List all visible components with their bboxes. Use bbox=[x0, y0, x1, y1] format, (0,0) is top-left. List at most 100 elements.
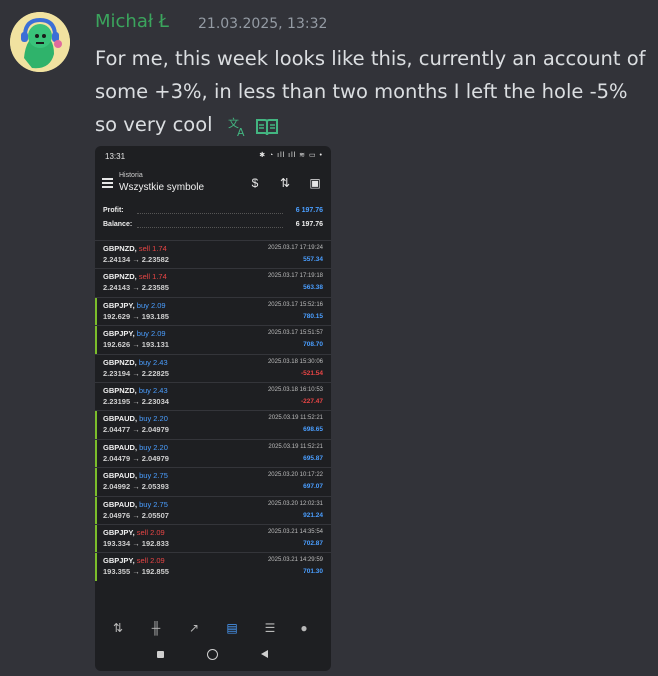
trade-symbol: GBPNZD, bbox=[103, 385, 137, 395]
trade-prices: 2.24143 → 2.23585 bbox=[103, 283, 169, 292]
trade-accent-bar bbox=[95, 297, 97, 326]
trade-datetime: 2025.03.18 15:30:06 bbox=[267, 358, 323, 365]
back-button[interactable] bbox=[261, 650, 268, 658]
trade-profit: 695.87 bbox=[303, 454, 323, 462]
trade-accent-bar bbox=[95, 269, 97, 296]
trade-side: buy 2.09 bbox=[136, 300, 166, 310]
trade-open-price: 2.24143 bbox=[103, 283, 131, 293]
trade-open-price: 2.04479 bbox=[103, 453, 131, 463]
trade-row[interactable]: GBPAUD, buy 2.75 2.04992 → 2.05393 2025.03… bbox=[95, 467, 331, 496]
currency-icon[interactable]: $ bbox=[248, 176, 262, 190]
quotes-icon[interactable]: ⇅ bbox=[109, 620, 127, 636]
trade-datetime: 2025.03.20 10:17:22 bbox=[267, 472, 323, 479]
trade-prices: 2.04992 → 2.05393 bbox=[103, 482, 169, 491]
trade-side: sell 2.09 bbox=[136, 527, 165, 537]
trade-close-price: 2.05507 bbox=[141, 510, 169, 520]
trade-side: buy 2.09 bbox=[136, 329, 166, 339]
trade-profit: -227.47 bbox=[300, 397, 323, 405]
trade-datetime: 2025.03.19 11:52:21 bbox=[268, 443, 323, 450]
trade-symbol-line: GBPNZD, buy 2.43 bbox=[103, 386, 168, 395]
book-icon[interactable] bbox=[255, 117, 279, 137]
trade-accent-bar bbox=[95, 383, 97, 410]
trade-row[interactable]: GBPAUD, buy 2.20 2.04477 → 2.04979 2025.03… bbox=[95, 410, 331, 439]
arrow-right-icon: → bbox=[130, 340, 142, 350]
chart-candles-icon[interactable]: ╫ bbox=[147, 620, 165, 636]
trade-accent-bar bbox=[95, 553, 97, 581]
history-summary: Profit: 6 197.76 Balance: 6 197.76 bbox=[103, 207, 323, 235]
trade-symbol: GBPJPY, bbox=[103, 300, 135, 310]
menu-icon[interactable] bbox=[102, 178, 113, 188]
sort-icon[interactable]: ⇅ bbox=[278, 176, 292, 190]
bottom-navigation: ⇅ ╫ ↗ ▤ ☰ ● bbox=[95, 614, 331, 642]
trade-row[interactable]: GBPNZD, sell 1.74 2.24134 → 2.23582 2025.0… bbox=[95, 240, 331, 268]
trade-open-price: 192.626 bbox=[103, 340, 131, 350]
app-title[interactable]: Wszystkie symbole bbox=[119, 182, 204, 193]
recent-apps-button[interactable] bbox=[157, 651, 164, 658]
trade-symbol-line: GBPJPY, buy 2.09 bbox=[103, 329, 166, 338]
message-actions: 文A bbox=[221, 109, 279, 142]
trade-accent-bar bbox=[95, 439, 97, 468]
trade-prices: 193.334 → 192.833 bbox=[103, 539, 169, 548]
trade-close-price: 193.185 bbox=[141, 311, 169, 321]
trade-symbol: GBPNZD, bbox=[103, 244, 137, 253]
profit-label: Profit: bbox=[103, 207, 124, 214]
trade-open-price: 2.04477 bbox=[103, 425, 131, 435]
arrow-right-icon: → bbox=[130, 453, 142, 463]
trade-row[interactable]: GBPJPY, buy 2.09 192.629 → 193.185 2025.03… bbox=[95, 296, 331, 326]
trade-row[interactable]: GBPAUD, buy 2.75 2.04976 → 2.05507 2025.03… bbox=[95, 495, 331, 524]
trade-side: sell 2.09 bbox=[136, 556, 165, 566]
avatar[interactable] bbox=[10, 12, 70, 72]
trade-open-price: 2.23195 bbox=[103, 396, 131, 406]
trade-row[interactable]: GBPNZD, buy 2.43 2.23195 → 2.23034 2025.03… bbox=[95, 381, 331, 410]
trade-close-price: 192.855 bbox=[141, 567, 169, 577]
trade-profit: 563.38 bbox=[303, 284, 323, 292]
trade-profit: 780.15 bbox=[303, 312, 323, 320]
calendar-icon[interactable]: ▣ bbox=[308, 176, 322, 190]
balance-row: Balance: 6 197.76 bbox=[103, 221, 323, 235]
trade-prices: 192.629 → 193.185 bbox=[103, 312, 169, 321]
trade-profit: -521.54 bbox=[300, 369, 323, 377]
history-icon[interactable]: ▤ bbox=[223, 620, 241, 636]
trade-symbol: GBPJPY, bbox=[103, 329, 135, 339]
trade-profit: 557.34 bbox=[303, 256, 323, 263]
system-nav-bar bbox=[95, 644, 331, 668]
trade-profit: 921.24 bbox=[303, 511, 323, 519]
trade-row[interactable]: GBPJPY, sell 2.09 193.355 → 192.855 2025.0… bbox=[95, 552, 331, 581]
trade-datetime: 2025.03.18 16:10:53 bbox=[267, 386, 323, 393]
trade-row[interactable]: GBPJPY, buy 2.09 192.626 → 193.131 2025.03… bbox=[95, 325, 331, 354]
translate-icon[interactable]: 文A bbox=[227, 116, 249, 139]
trade-symbol: GBPNZD, bbox=[103, 272, 137, 282]
attachment-screenshot[interactable]: 13:31 ✱ ◔ ıll ıll ≋ ▭ • Historia Wszystk… bbox=[95, 146, 331, 671]
trade-prices: 2.24134 → 2.23582 bbox=[103, 255, 169, 264]
avatar-icon bbox=[10, 12, 70, 72]
trade-symbol-line: GBPAUD, buy 2.20 bbox=[103, 414, 168, 423]
trade-datetime: 2025.03.17 15:51:57 bbox=[267, 330, 323, 337]
messages-icon[interactable]: ● bbox=[295, 620, 313, 636]
trade-open-price: 2.04992 bbox=[103, 482, 131, 492]
message-content: For me, this week looks like this, curre… bbox=[95, 42, 650, 142]
trade-row[interactable]: GBPJPY, sell 2.09 193.334 → 192.833 2025.0… bbox=[95, 523, 331, 553]
app-subtitle: Historia bbox=[119, 172, 143, 179]
trade-profit: 701.30 bbox=[303, 568, 323, 576]
news-icon[interactable]: ☰ bbox=[261, 620, 279, 636]
trade-datetime: 2025.03.19 11:52:21 bbox=[268, 415, 323, 422]
trade-list: GBPNZD, sell 1.74 2.24134 → 2.23582 2025.0… bbox=[95, 240, 331, 581]
message-author[interactable]: Michał Ł bbox=[95, 11, 169, 32]
trade-accent-bar bbox=[95, 524, 97, 553]
svg-text:A: A bbox=[237, 126, 245, 138]
status-time: 13:31 bbox=[105, 152, 126, 161]
trade-open-price: 2.23194 bbox=[103, 368, 131, 378]
trade-prices: 2.23194 → 2.22825 bbox=[103, 369, 169, 378]
arrow-right-icon: → bbox=[130, 311, 142, 321]
trade-symbol-line: GBPJPY, sell 2.09 bbox=[103, 556, 165, 565]
trade-side: buy 2.20 bbox=[139, 414, 168, 424]
trade-icon[interactable]: ↗ bbox=[185, 620, 203, 636]
trade-row[interactable]: GBPAUD, buy 2.20 2.04479 → 2.04979 2025.03… bbox=[95, 438, 331, 468]
trade-row[interactable]: GBPNZD, buy 2.43 2.23194 → 2.22825 2025.03… bbox=[95, 353, 331, 382]
trade-close-price: 193.131 bbox=[141, 340, 169, 350]
trade-row[interactable]: GBPNZD, sell 1.74 2.24143 → 2.23585 2025.0… bbox=[95, 268, 331, 296]
trade-prices: 2.04477 → 2.04979 bbox=[103, 425, 169, 434]
home-button[interactable] bbox=[207, 649, 218, 660]
trade-open-price: 2.24134 bbox=[103, 255, 131, 264]
trade-close-price: 2.23034 bbox=[141, 396, 169, 406]
